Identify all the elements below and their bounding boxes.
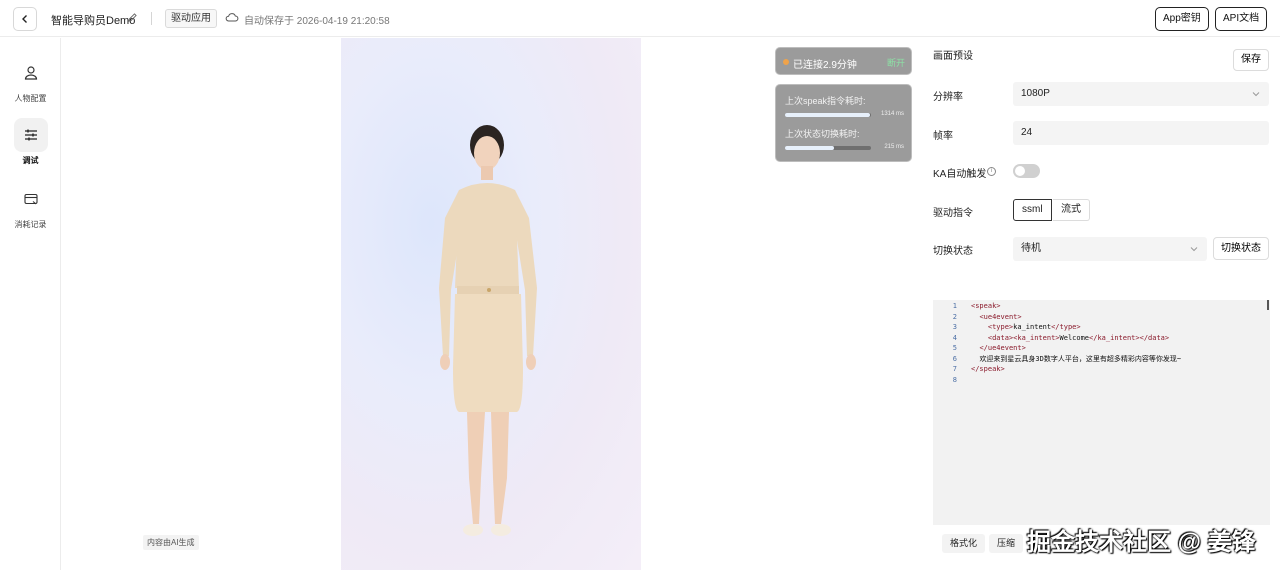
preset-label: 画面预设 (933, 51, 973, 62)
state-select[interactable]: 待机 (1013, 237, 1207, 261)
sidebar-item-debug[interactable]: 调试 (0, 118, 61, 166)
disconnect-button[interactable]: 断开 (887, 56, 905, 69)
line-number: 7 (952, 365, 957, 373)
switch-latency-value: 215 ms (884, 144, 904, 150)
chevron-left-icon (22, 15, 27, 23)
command-option-stream[interactable]: 流式 (1053, 199, 1090, 221)
code-line: 5 </ue4event> (933, 343, 1026, 354)
compress-button[interactable]: 压缩 (989, 534, 1024, 553)
status-dot (783, 59, 789, 65)
code-line: 1 <speak> (933, 301, 1001, 312)
api-docs-button[interactable]: API文档 (1215, 7, 1268, 31)
line-number: 1 (952, 302, 957, 310)
top-bar: 智能导购员Demo 驱动应用 自动保存于 2026-04-19 21:20:58… (0, 0, 1280, 37)
sidebar-item-label: 人物配置 (14, 94, 47, 103)
resolution-select[interactable]: 1080P (1013, 82, 1269, 106)
person-icon (24, 66, 37, 80)
line-number: 8 (952, 375, 957, 384)
command-option-ssml[interactable]: ssml (1013, 199, 1052, 221)
sidebar-item-label: 消耗记录 (14, 220, 47, 229)
format-button[interactable]: 格式化 (942, 534, 986, 553)
chevron-down-icon (1190, 247, 1198, 252)
chevron-down-icon (1252, 92, 1260, 97)
speak-latency-value: 1314 ms (880, 111, 904, 117)
code-line: 2 <ue4event> (933, 312, 1022, 323)
app-name: 智能导购员Demo (51, 15, 136, 27)
info-icon[interactable]: i (987, 167, 996, 176)
drive-app-badge: 驱动应用 (165, 9, 217, 28)
card-icon (23, 193, 38, 205)
line-number: 3 (952, 323, 957, 331)
latency-card: 上次speak指令耗时: 1314 ms 上次状态切换耗时: 215 ms (775, 84, 912, 162)
code-line: 3 <type>ka_intent</type> (933, 322, 1081, 333)
digital-human-figure (439, 125, 537, 536)
fps-label: 帧率 (933, 131, 953, 142)
save-button[interactable]: 保存 (1233, 49, 1269, 71)
state-label: 切换状态 (933, 246, 973, 257)
fps-input[interactable]: 24 (1013, 121, 1269, 145)
code-line: 7 </speak> (933, 364, 1005, 375)
editor-scrollbar[interactable] (1267, 300, 1269, 310)
connection-status-card: 已连接2.9分钟 断开 (775, 47, 912, 75)
divider (151, 12, 152, 25)
edit-icon[interactable] (127, 12, 138, 23)
speak-latency-label: 上次speak指令耗时: (785, 96, 866, 106)
avatar-stage (341, 38, 641, 570)
sliders-icon (24, 129, 37, 141)
line-number: 4 (952, 333, 957, 342)
back-button[interactable] (13, 7, 37, 31)
sidebar-item-character[interactable]: 人物配置 (0, 56, 61, 104)
code-line: 4 <data><ka_intent>Welcome</ka_intent></… (933, 333, 1169, 344)
app-secret-button[interactable]: App密钥 (1155, 7, 1209, 31)
line-number: 2 (952, 312, 957, 321)
sidebar-item-label: 调试 (22, 156, 39, 165)
switch-latency-bar (785, 146, 871, 150)
code-line: 6 欢迎来到星云具身3D数字人平台，这里有超多精彩内容等你发现~ (933, 354, 1181, 365)
sidebar: 人物配置 调试 消耗记录 (0, 38, 61, 570)
command-label: 驱动指令 (933, 208, 973, 219)
cloud-icon (225, 13, 239, 22)
code-line: 8 (933, 375, 971, 386)
resolution-label: 分辨率 (933, 92, 963, 103)
ka-auto-label: KA自动触发 (933, 169, 987, 180)
ai-generated-tag: 内容由AI生成 (143, 535, 199, 550)
settings-panel: 画面预设 保存 分辨率 1080P 帧率 24 KA自动触发 i 驱动指令 ss… (923, 38, 1280, 570)
fps-value: 24 (1021, 127, 1033, 138)
resolution-value: 1080P (1021, 88, 1050, 99)
sidebar-item-usage[interactable]: 消耗记录 (0, 182, 61, 230)
line-number: 5 (952, 344, 957, 352)
watermark: 掘金技术社区 @ 姜锋 (1027, 529, 1256, 556)
speak-latency-bar (785, 113, 871, 117)
connection-status-text: 已连接2.9分钟 (793, 60, 857, 71)
switch-latency-label: 上次状态切换耗时: (785, 129, 860, 139)
line-number: 6 (952, 354, 957, 363)
ka-auto-toggle[interactable] (1013, 164, 1040, 178)
autosave-status: 自动保存于 2026-04-19 21:20:58 (244, 16, 390, 27)
switch-state-button[interactable]: 切换状态 (1213, 237, 1269, 260)
state-value: 待机 (1021, 243, 1041, 254)
ssml-code-editor[interactable]: 1 <speak> 2 <ue4event> 3 <type>ka_intent</t… (933, 300, 1270, 525)
preview-canvas: 内容由AI生成 已连接2.9分钟 断开 上次speak指令耗时: 1314 ms… (61, 38, 923, 570)
